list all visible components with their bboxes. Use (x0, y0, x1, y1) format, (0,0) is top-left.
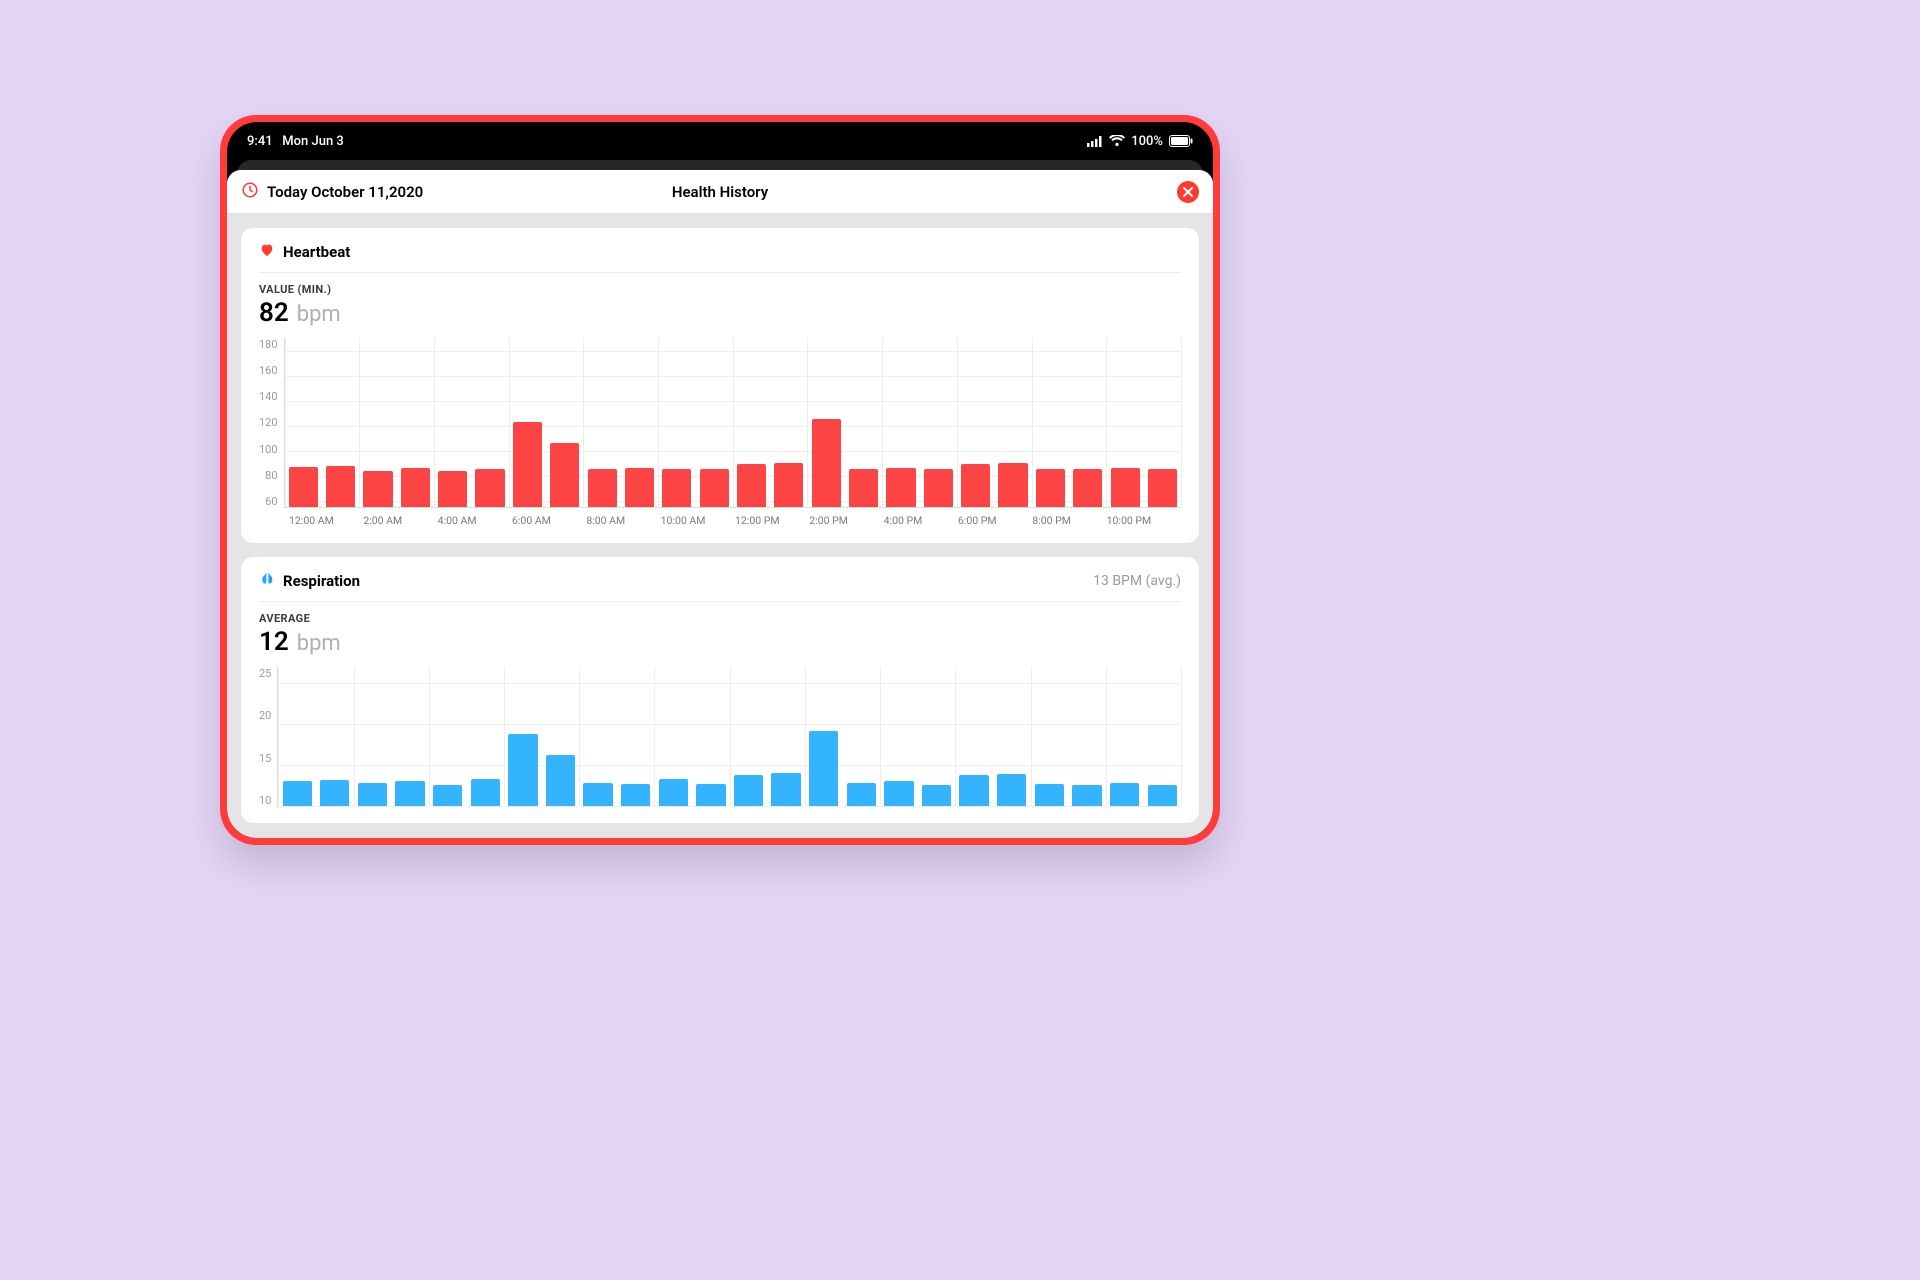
chart-bar[interactable] (316, 667, 354, 806)
respiration-unit: bpm (297, 631, 341, 656)
chart-bar[interactable] (696, 338, 733, 507)
respiration-title: Respiration (283, 572, 360, 590)
respiration-metric: AVERAGE 12 bpm (259, 612, 1181, 657)
chart-bar[interactable] (504, 667, 542, 806)
heart-icon (259, 242, 275, 262)
chart-bar[interactable] (542, 667, 580, 806)
chart-bar[interactable] (1144, 338, 1181, 507)
chart-bar[interactable] (730, 667, 768, 806)
chart-bar[interactable] (429, 667, 467, 806)
chart-bar[interactable] (621, 338, 658, 507)
chart-bar[interactable] (509, 338, 546, 507)
heartbeat-chart: 1801601401201008060 12:00 AM2:00 AM4:00 … (259, 338, 1181, 527)
heartbeat-card-header: Heartbeat (259, 242, 1181, 273)
chart-bar[interactable] (1143, 667, 1181, 806)
status-left: 9:41 Mon Jun 3 (247, 134, 344, 149)
chart-bar[interactable] (1032, 338, 1069, 507)
respiration-value: 12 (259, 627, 289, 657)
chart-bar[interactable] (466, 667, 504, 806)
chart-bar[interactable] (471, 338, 508, 507)
sheet-body: Heartbeat VALUE (MIN.) 82 bpm 1801601401… (227, 214, 1213, 838)
respiration-y-axis: 25201510 (259, 667, 277, 807)
header-date-group: Today October 11,2020 (241, 181, 423, 203)
chart-bar[interactable] (918, 667, 956, 806)
chart-bar[interactable] (767, 667, 805, 806)
chart-bar[interactable] (359, 338, 396, 507)
lungs-icon (259, 571, 275, 591)
status-date: Mon Jun 3 (282, 134, 344, 149)
screen: 9:41 Mon Jun 3 100% (227, 122, 1213, 838)
chart-bar[interactable] (1031, 667, 1069, 806)
chart-bar[interactable] (955, 667, 993, 806)
respiration-metric-label: AVERAGE (259, 612, 1181, 625)
sheet-container: Today October 11,2020 Health History (227, 160, 1213, 838)
chart-bar[interactable] (434, 338, 471, 507)
chart-bar[interactable] (845, 338, 882, 507)
chart-bar[interactable] (733, 338, 770, 507)
chart-bar[interactable] (1069, 338, 1106, 507)
chart-bar[interactable] (1106, 338, 1143, 507)
respiration-chart: 25201510 (259, 667, 1181, 807)
heartbeat-value: 82 (259, 298, 289, 328)
respiration-meta: 13 BPM (avg.) (1093, 573, 1181, 589)
chart-bar[interactable] (993, 667, 1031, 806)
respiration-card: Respiration 13 BPM (avg.) AVERAGE 12 bpm (241, 557, 1199, 823)
heartbeat-y-axis: 1801601401201008060 (259, 338, 284, 508)
chart-bar[interactable] (808, 338, 845, 507)
chart-bar[interactable] (617, 667, 655, 806)
heartbeat-title: Heartbeat (283, 243, 350, 261)
respiration-plot (277, 667, 1181, 807)
chart-bar[interactable] (1106, 667, 1144, 806)
heartbeat-metric: VALUE (MIN.) 82 bpm (259, 283, 1181, 328)
header-date-label: Today October 11,2020 (267, 183, 423, 201)
chart-bar[interactable] (579, 667, 617, 806)
chart-bar[interactable] (354, 667, 392, 806)
close-icon (1183, 187, 1193, 197)
sheet-header: Today October 11,2020 Health History (227, 170, 1213, 214)
modal-sheet: Today October 11,2020 Health History (227, 170, 1213, 838)
chart-bar[interactable] (920, 338, 957, 507)
battery-icon (1169, 135, 1193, 147)
heartbeat-metric-label: VALUE (MIN.) (259, 283, 1181, 296)
wifi-icon (1109, 135, 1125, 147)
close-button[interactable] (1177, 181, 1199, 203)
cellular-icon (1087, 136, 1103, 147)
chart-bar[interactable] (770, 338, 807, 507)
status-right: 100% (1087, 134, 1193, 149)
status-time: 9:41 (247, 134, 273, 149)
heartbeat-plot (284, 338, 1181, 508)
chart-bar[interactable] (583, 338, 620, 507)
respiration-card-header: Respiration 13 BPM (avg.) (259, 571, 1181, 602)
clock-icon (241, 181, 259, 203)
chart-bar[interactable] (658, 338, 695, 507)
chart-bar[interactable] (391, 667, 429, 806)
chart-bar[interactable] (805, 667, 843, 806)
chart-bar[interactable] (994, 338, 1031, 507)
status-bar: 9:41 Mon Jun 3 100% (227, 122, 1213, 160)
chart-bar[interactable] (322, 338, 359, 507)
heartbeat-x-axis: 12:00 AM2:00 AM4:00 AM6:00 AM8:00 AM10:0… (289, 514, 1181, 527)
chart-bar[interactable] (957, 338, 994, 507)
chart-bar[interactable] (397, 338, 434, 507)
chart-bar[interactable] (546, 338, 583, 507)
chart-bar[interactable] (882, 338, 919, 507)
chart-bar[interactable] (654, 667, 692, 806)
heartbeat-unit: bpm (297, 302, 341, 327)
battery-percentage: 100% (1131, 134, 1163, 149)
chart-bar[interactable] (880, 667, 918, 806)
heartbeat-card: Heartbeat VALUE (MIN.) 82 bpm 1801601401… (241, 228, 1199, 543)
chart-bar[interactable] (843, 667, 881, 806)
chart-bar[interactable] (278, 667, 316, 806)
chart-bar[interactable] (692, 667, 730, 806)
device-frame: 9:41 Mon Jun 3 100% (220, 115, 1220, 845)
chart-bar[interactable] (285, 338, 322, 507)
chart-bar[interactable] (1068, 667, 1106, 806)
